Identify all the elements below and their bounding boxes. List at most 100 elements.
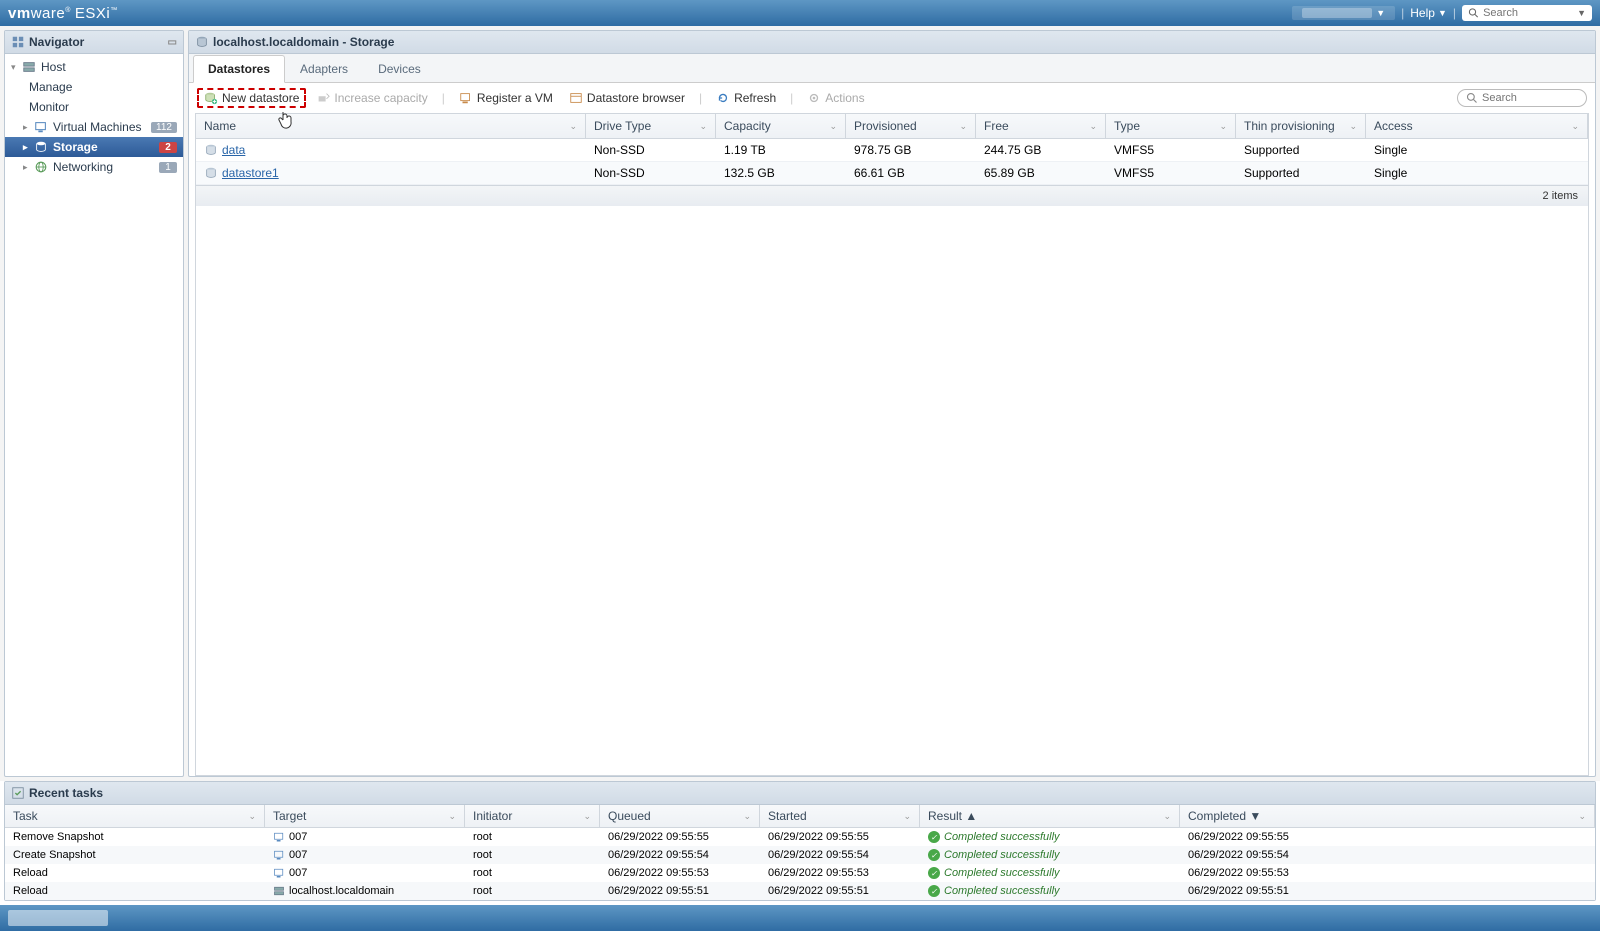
check-icon: ✓ (928, 849, 940, 861)
chevron-down-icon: ▼ (1438, 8, 1447, 18)
navigator-title: Navigator (29, 35, 84, 49)
new-datastore-button[interactable]: New datastore (197, 88, 306, 108)
username-placeholder (1302, 8, 1372, 18)
grid-search-input[interactable] (1482, 92, 1577, 104)
tab-adapters[interactable]: Adapters (285, 55, 363, 83)
col-capacity[interactable]: Capacity⌄ (716, 114, 846, 138)
increase-icon (316, 91, 330, 105)
chevron-down-icon: ▼ (1577, 8, 1586, 18)
task-row[interactable]: Remove Snapshot007root06/29/2022 09:55:5… (5, 828, 1595, 846)
refresh-icon (716, 91, 730, 105)
toolbar: New datastore Increase capacity | Regist… (189, 83, 1595, 113)
grid-footer: 2 items (196, 185, 1588, 206)
datastore-browser-button[interactable]: Datastore browser (563, 89, 691, 107)
nav-networking[interactable]: ▸ Networking 1 (5, 157, 183, 177)
host-icon (21, 60, 37, 74)
col-drive-type[interactable]: Drive Type⌄ (586, 114, 716, 138)
check-icon: ✓ (928, 867, 940, 879)
datastore-row[interactable]: datastore1Non-SSD132.5 GB66.61 GB65.89 G… (196, 162, 1588, 185)
network-icon (33, 160, 49, 174)
nav-virtual-machines[interactable]: ▸ Virtual Machines 112 (5, 117, 183, 137)
task-row[interactable]: Create Snapshot007root06/29/2022 09:55:5… (5, 846, 1595, 864)
col-type[interactable]: Type⌄ (1106, 114, 1236, 138)
col-name[interactable]: Name⌄ (196, 114, 586, 138)
datastore-link[interactable]: datastore1 (222, 166, 279, 180)
content-header: localhost.localdomain - Storage (189, 31, 1595, 54)
nav-monitor[interactable]: Monitor (5, 97, 183, 117)
datastore-link[interactable]: data (222, 143, 245, 157)
global-search[interactable]: ▼ (1462, 5, 1592, 21)
tcol-started[interactable]: Started⌄ (760, 805, 920, 827)
net-count-badge: 1 (159, 162, 177, 173)
nav-host[interactable]: ▾ Host (5, 57, 183, 77)
nav-storage-label: Storage (53, 140, 159, 154)
gear-icon (807, 91, 821, 105)
navigator-icon (11, 35, 25, 49)
col-thin[interactable]: Thin provisioning⌄ (1236, 114, 1366, 138)
vm-icon (273, 849, 285, 861)
navigator-panel: Navigator ▭ ▾ Host Manage Monitor ▸ (4, 30, 184, 777)
datastore-icon (204, 166, 218, 180)
global-search-input[interactable] (1483, 7, 1573, 19)
datastore-add-icon (204, 91, 218, 105)
tab-devices[interactable]: Devices (363, 55, 436, 83)
tasks-grid-header: Task⌄ Target⌄ Initiator⌄ Queued⌄ Started… (5, 805, 1595, 828)
check-icon: ✓ (928, 885, 940, 897)
tab-datastores[interactable]: Datastores (193, 55, 285, 83)
refresh-button[interactable]: Refresh (710, 89, 782, 107)
navigator-header: Navigator ▭ (5, 31, 183, 54)
tcol-completed[interactable]: Completed ▼⌄ (1180, 805, 1595, 827)
nav-manage-label: Manage (29, 80, 177, 94)
top-banner: vmware®ESXi™ ▼ | Help ▼ | ▼ (0, 0, 1600, 26)
nav-monitor-label: Monitor (29, 100, 177, 114)
vm-icon (33, 120, 49, 134)
tasks-header: Recent tasks (5, 782, 1595, 805)
help-menu[interactable]: Help ▼ (1410, 6, 1447, 20)
tasks-icon (11, 786, 25, 800)
task-row[interactable]: Reload007root06/29/2022 09:55:5306/29/20… (5, 864, 1595, 882)
tcol-result[interactable]: Result ▲⌄ (920, 805, 1180, 827)
storage-icon (33, 140, 49, 154)
chevron-down-icon: ▼ (1376, 8, 1385, 18)
register-vm-button[interactable]: Register a VM (453, 89, 559, 107)
user-menu[interactable]: ▼ (1292, 6, 1395, 20)
nav-manage[interactable]: Manage (5, 77, 183, 97)
nav-storage[interactable]: ▸ Storage 2 (5, 137, 183, 157)
recent-tasks-panel: Recent tasks Task⌄ Target⌄ Initiator⌄ Qu… (4, 781, 1596, 901)
register-vm-icon (459, 91, 473, 105)
nav-net-label: Networking (53, 160, 159, 174)
grid-header: Name⌄ Drive Type⌄ Capacity⌄ Provisioned⌄… (196, 114, 1588, 139)
datastore-row[interactable]: dataNon-SSD1.19 TB978.75 GB244.75 GBVMFS… (196, 139, 1588, 162)
nav-vm-label: Virtual Machines (53, 120, 151, 134)
nav-host-label: Host (41, 60, 177, 74)
content-panel: localhost.localdomain - Storage Datastor… (188, 30, 1596, 777)
search-icon (1466, 92, 1478, 104)
search-icon (1468, 7, 1479, 19)
increase-capacity-button: Increase capacity (310, 89, 433, 107)
vm-icon (273, 867, 285, 879)
vm-count-badge: 112 (151, 122, 177, 133)
tcol-queued[interactable]: Queued⌄ (600, 805, 760, 827)
tcol-initiator[interactable]: Initiator⌄ (465, 805, 600, 827)
col-provisioned[interactable]: Provisioned⌄ (846, 114, 976, 138)
vm-icon (273, 831, 285, 843)
col-access[interactable]: Access⌄ (1366, 114, 1588, 138)
grid-search[interactable] (1457, 89, 1587, 107)
host-icon (273, 885, 285, 897)
actions-button: Actions (801, 89, 870, 107)
task-row[interactable]: Reloadlocalhost.localdomainroot06/29/202… (5, 882, 1595, 900)
status-bar (0, 905, 1600, 931)
col-free[interactable]: Free⌄ (976, 114, 1106, 138)
tasks-title: Recent tasks (29, 786, 103, 800)
tcol-target[interactable]: Target⌄ (265, 805, 465, 827)
status-placeholder (8, 910, 108, 926)
browser-icon (569, 91, 583, 105)
check-icon: ✓ (928, 831, 940, 843)
collapse-icon[interactable]: ▭ (168, 37, 177, 48)
datastore-icon (204, 143, 218, 157)
datastores-grid: Name⌄ Drive Type⌄ Capacity⌄ Provisioned⌄… (195, 113, 1589, 776)
product-logo: vmware®ESXi™ (8, 5, 118, 22)
storage-count-badge: 2 (159, 142, 177, 153)
tcol-task[interactable]: Task⌄ (5, 805, 265, 827)
tabs: Datastores Adapters Devices (189, 54, 1595, 83)
